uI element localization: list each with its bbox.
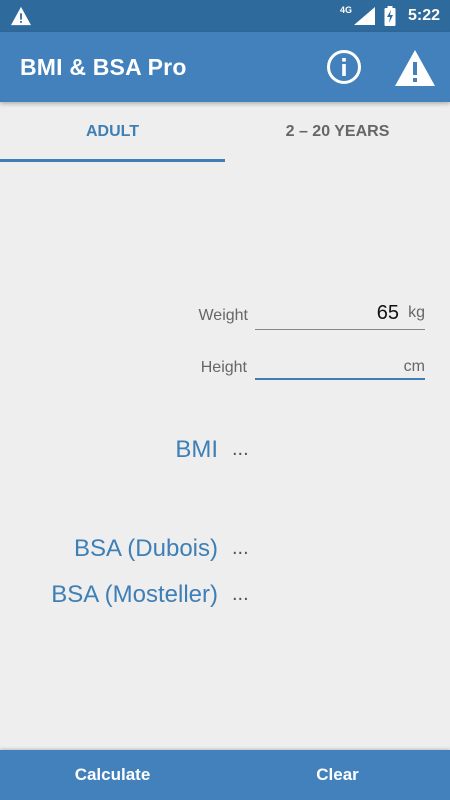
height-unit: cm [403,358,425,375]
tab-indicator [0,159,225,162]
bsa-dubois-value: ... [232,537,249,559]
bsa-dubois-label: BSA (Dubois) [73,535,218,562]
warning-icon[interactable] [394,49,436,87]
height-field[interactable]: cm [255,350,425,380]
weight-field[interactable]: 65 kg [255,300,425,330]
weight-label: Weight [198,307,248,324]
bottom-action-bar: Calculate Clear [0,750,450,800]
bsa-mosteller-value: ... [232,583,249,605]
app-bar: BMI & BSA Pro [0,32,450,102]
status-clock: 5:22 [407,7,440,24]
weight-value: 65 [376,302,399,324]
bmi-value: ... [232,438,249,460]
info-icon[interactable] [326,49,362,85]
calculate-button[interactable]: Calculate [0,750,225,800]
status-bar: 4G 5:22 [0,0,450,32]
network-type-label: 4G [339,5,352,15]
status-indicators: 4G 5:22 [340,0,440,32]
app-title: BMI & BSA Pro [20,54,187,80]
battery-charging-icon [384,6,396,26]
tab-2-20-years[interactable]: 2 – 20 YEARS [225,102,450,162]
bmi-label: BMI [175,436,218,463]
weight-unit: kg [408,304,425,321]
signal-icon [353,7,375,25]
tab-bar: ADULT 2 – 20 YEARS [0,102,450,162]
clear-button[interactable]: Clear [225,750,450,800]
warning-icon [11,6,31,26]
height-label: Height [200,359,247,376]
bsa-mosteller-label: BSA (Mosteller) [51,581,218,608]
tab-adult[interactable]: ADULT [0,102,225,162]
